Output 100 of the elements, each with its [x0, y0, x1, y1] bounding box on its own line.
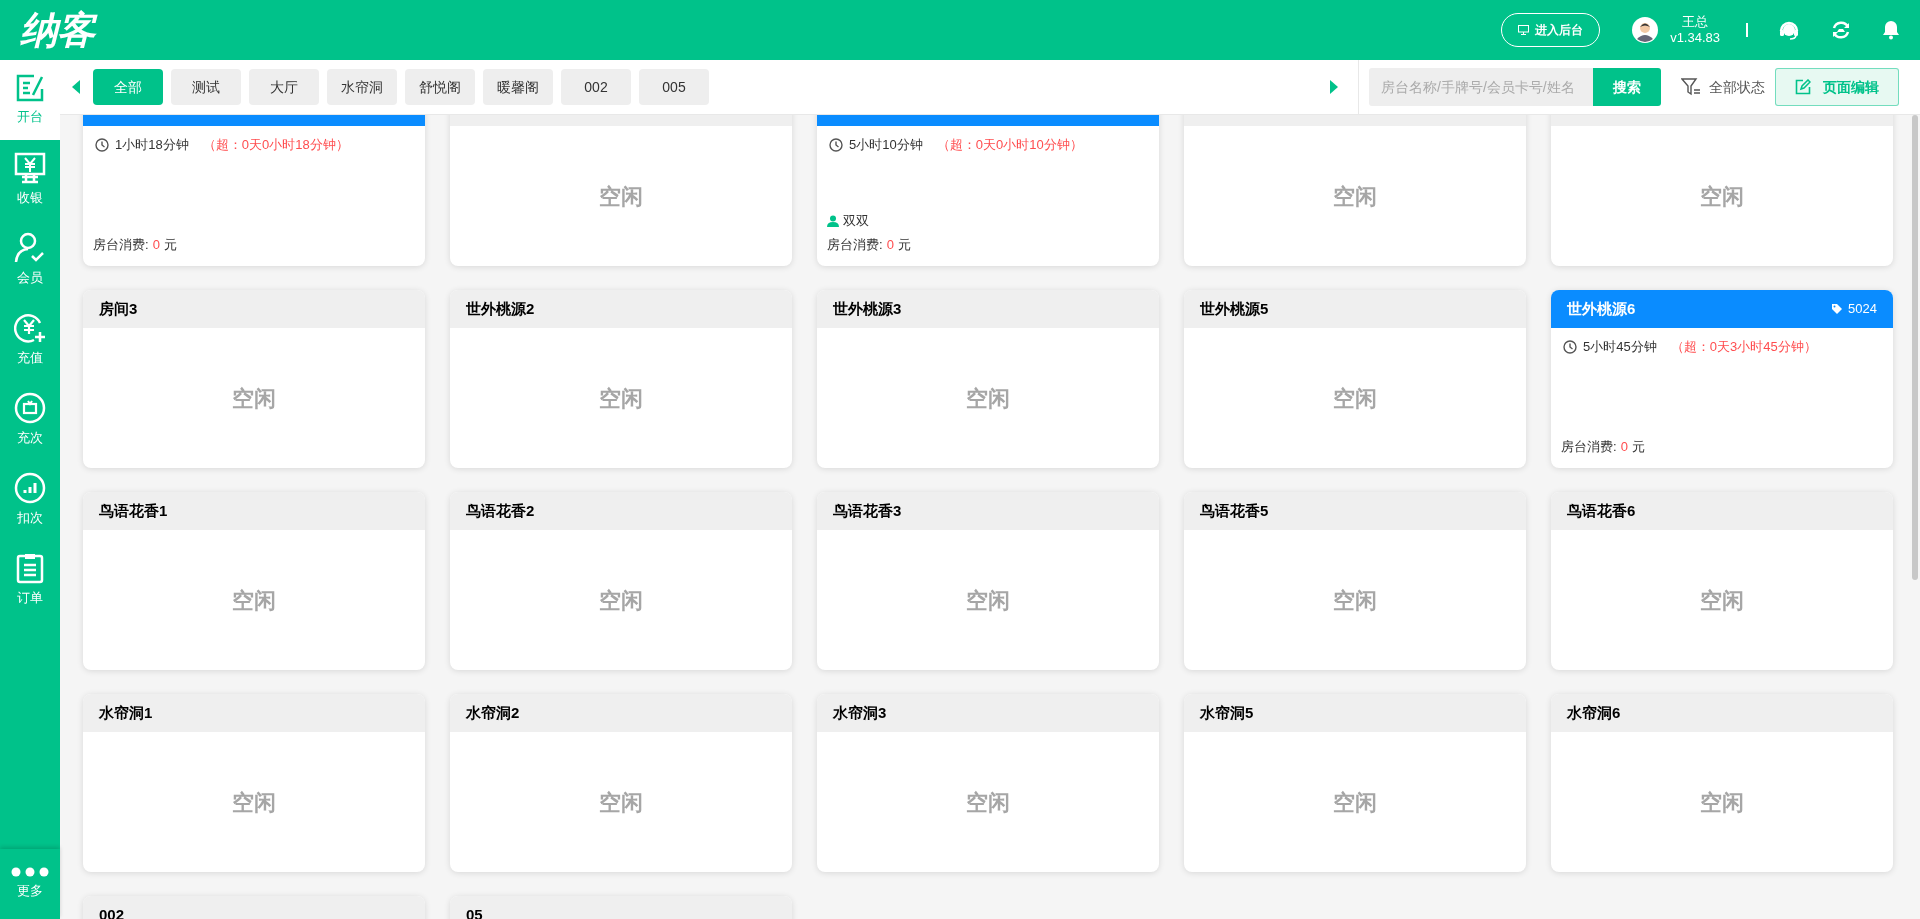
idle-status: 空闲 — [599, 586, 643, 615]
overtime-text: （超：0天0小时10分钟） — [936, 136, 1083, 154]
user-name: 王总 — [1682, 13, 1709, 30]
room-card[interactable]: 鸟语花香3 空闲 — [817, 492, 1159, 670]
category-tab[interactable]: 舒悦阁 — [405, 69, 475, 105]
room-name: 世外桃源6 — [1567, 298, 1636, 319]
room-card[interactable]: 水帘洞5 空闲 — [1184, 694, 1526, 872]
room-name: 鸟语花香3 — [833, 500, 902, 521]
room-card[interactable]: 5小时10分钟 （超：0天0小时10分钟） 双双 房台消费: 0 元 — [817, 115, 1159, 266]
refill-circle-icon — [14, 392, 46, 425]
filter-icon — [1681, 78, 1701, 96]
consumption-label: 房台消费: — [827, 235, 883, 254]
room-name: 世外桃源3 — [833, 298, 902, 319]
consumption-label: 房台消费: — [93, 235, 149, 254]
yen-plus-icon — [14, 312, 46, 345]
duration-text: 5小时45分钟 — [1583, 338, 1657, 356]
monitor-icon — [1518, 25, 1530, 35]
room-card[interactable]: 水帘洞1 空闲 — [83, 694, 425, 872]
idle-status: 空闲 — [232, 586, 276, 615]
room-card[interactable]: 世外桃源3 空闲 — [817, 290, 1159, 468]
edit-icon — [15, 73, 45, 104]
room-name: 鸟语花香1 — [99, 500, 168, 521]
room-card[interactable]: 房间3 空闲 — [83, 290, 425, 468]
room-tag: 5024 — [1832, 299, 1877, 319]
idle-status: 空闲 — [599, 788, 643, 817]
clock-icon — [829, 137, 843, 152]
scrollbar-thumb[interactable] — [1912, 115, 1918, 580]
consumption-amount: 0 — [1620, 437, 1628, 456]
category-tab[interactable]: 005 — [639, 69, 709, 105]
room-card[interactable]: 05 — [450, 896, 792, 919]
room-card[interactable]: 鸟语花香6 空闲 — [1551, 492, 1893, 670]
search-field[interactable]: 房台名称/手牌号/会员卡号/姓名 — [1369, 68, 1593, 106]
headset-icon[interactable] — [1778, 19, 1800, 41]
room-card[interactable]: 鸟语花香2 空闲 — [450, 492, 792, 670]
room-card[interactable]: 鸟语花香5 空闲 — [1184, 492, 1526, 670]
consumption-amount: 0 — [886, 235, 894, 254]
room-card[interactable]: 世外桃源2 空闲 — [450, 290, 792, 468]
duration-text: 5小时10分钟 — [849, 136, 923, 154]
consumption-amount: 0 — [152, 235, 160, 254]
idle-status: 空闲 — [599, 182, 643, 211]
room-name: 鸟语花香2 — [466, 500, 535, 521]
person-icon — [827, 214, 839, 227]
cashier-icon — [14, 152, 46, 185]
room-card[interactable]: 水帘洞3 空闲 — [817, 694, 1159, 872]
room-name: 鸟语花香6 — [1567, 500, 1636, 521]
idle-status: 空闲 — [966, 384, 1010, 413]
idle-status: 空闲 — [1333, 384, 1377, 413]
idle-status: 空闲 — [1333, 586, 1377, 615]
right-arrow-icon[interactable] — [1330, 80, 1338, 94]
version-text: v1.34.83 — [1670, 30, 1720, 47]
room-card[interactable]: 世外桃源5 空闲 — [1184, 290, 1526, 468]
idle-status: 空闲 — [1700, 586, 1744, 615]
room-card[interactable]: 1小时18分钟 （超：0天0小时18分钟） 房台消费: 0 元 — [83, 115, 425, 266]
room-name: 002 — [99, 904, 125, 919]
room-name: 世外桃源2 — [466, 298, 535, 319]
bell-icon[interactable] — [1882, 20, 1900, 40]
room-name: 鸟语花香5 — [1200, 500, 1269, 521]
idle-status: 空闲 — [1333, 788, 1377, 817]
category-tab[interactable]: 暖馨阁 — [483, 69, 553, 105]
room-name: 水帘洞6 — [1567, 702, 1621, 723]
avatar-icon[interactable] — [1632, 17, 1659, 43]
idle-status: 空闲 — [232, 384, 276, 413]
tag-icon — [1832, 304, 1843, 314]
category-tab[interactable]: 水帘洞 — [327, 69, 397, 105]
sync-icon[interactable] — [1830, 19, 1852, 41]
idle-status: 空闲 — [599, 384, 643, 413]
clock-icon — [95, 137, 109, 152]
consumption-label: 房台消费: — [1561, 437, 1617, 456]
room-name: 房间3 — [99, 298, 138, 319]
idle-status: 空闲 — [1700, 182, 1744, 211]
room-card[interactable]: 鸟语花香1 空闲 — [83, 492, 425, 670]
idle-status: 空闲 — [1333, 182, 1377, 211]
category-tab[interactable]: 002 — [561, 69, 631, 105]
bar-chart-circle-icon — [14, 472, 46, 505]
idle-status: 空闲 — [966, 788, 1010, 817]
person-check-icon — [14, 232, 46, 265]
clipboard-icon — [16, 552, 44, 585]
room-card[interactable]: 水帘洞2 空闲 — [450, 694, 792, 872]
status-filter[interactable]: 全部状态 — [1681, 76, 1765, 98]
dots-icon — [10, 867, 50, 878]
member-name: 双双 — [843, 212, 869, 230]
room-name: 05 — [466, 904, 483, 919]
room-name: 世外桃源5 — [1200, 298, 1269, 319]
overtime-text: （超：0天0小时18分钟） — [202, 136, 349, 154]
duration-text: 1小时18分钟 — [115, 136, 189, 154]
room-card[interactable]: 002 — [83, 896, 425, 919]
idle-status: 空闲 — [966, 586, 1010, 615]
room-name: 水帘洞1 — [99, 702, 153, 723]
category-tab[interactable]: 测试 — [171, 69, 241, 105]
idle-status: 空闲 — [232, 788, 276, 817]
room-name: 水帘洞3 — [833, 702, 887, 723]
category-tab[interactable]: 大厅 — [249, 69, 319, 105]
room-name: 水帘洞2 — [466, 702, 520, 723]
edit-icon — [1795, 79, 1811, 95]
room-card[interactable]: 水帘洞6 空闲 — [1551, 694, 1893, 872]
room-name: 水帘洞5 — [1200, 702, 1254, 723]
room-card[interactable]: 世外桃源6 5024 5小时45分钟 （超：0天3小时45分钟） 房台消费: 0 元 — [1551, 290, 1893, 468]
left-arrow-icon[interactable] — [72, 80, 80, 94]
currency-unit: 元 — [897, 235, 911, 254]
clock-icon — [1563, 339, 1577, 354]
